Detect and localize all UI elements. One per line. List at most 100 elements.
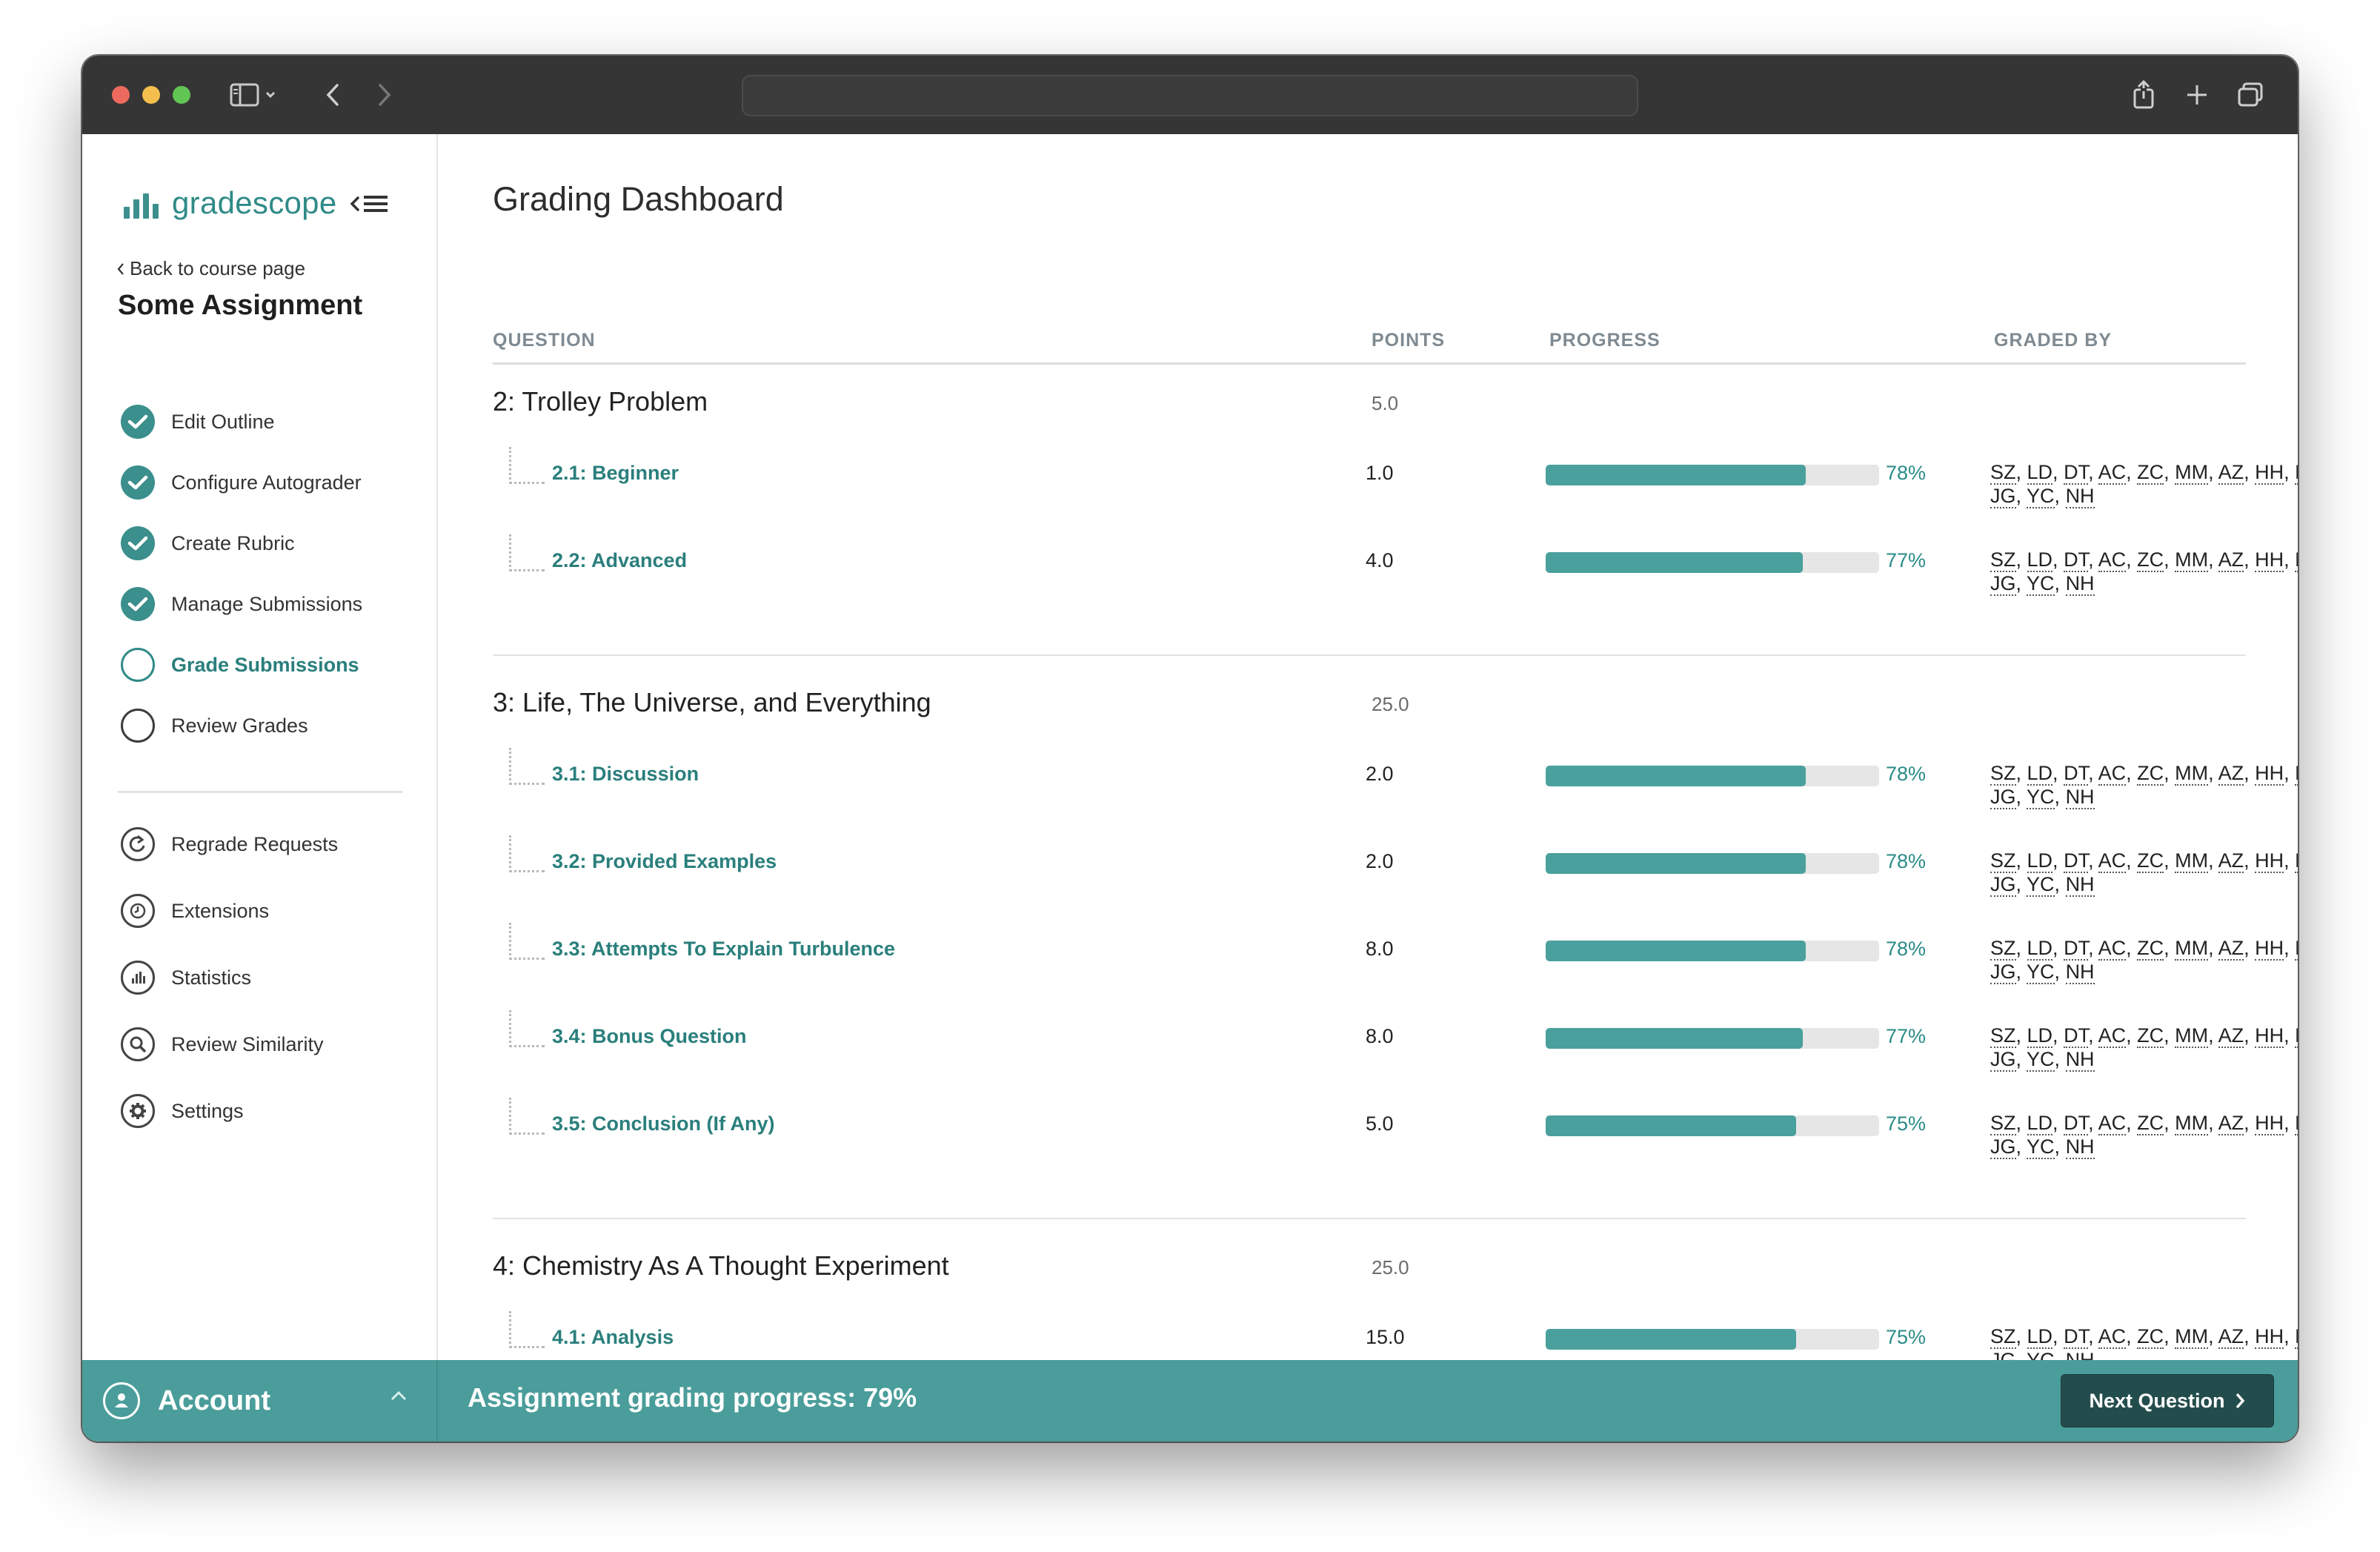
account-menu[interactable]: Account [82,1360,438,1442]
grader-initials[interactable]: MM [2175,762,2209,786]
grader-initials[interactable]: NH [2065,1135,2095,1159]
question-title[interactable]: 2: Trolley Problem [493,386,708,417]
grader-initials[interactable]: JG [1990,961,2016,984]
grader-initials[interactable]: LD [2027,849,2053,873]
grader-initials[interactable]: MJ [2295,849,2298,873]
grader-initials[interactable]: HH [2255,548,2284,572]
forward-icon[interactable] [370,78,399,112]
grader-initials[interactable]: LD [2027,461,2053,485]
subquestion-link[interactable]: 3.2: Provided Examples [552,850,777,873]
grader-initials[interactable]: SZ [1990,1112,2016,1135]
grader-initials[interactable]: YC [2027,961,2055,984]
next-question-button[interactable]: Next Question [2061,1374,2274,1427]
grader-initials[interactable]: MM [2175,1024,2209,1048]
back-icon[interactable] [318,78,348,112]
back-to-course-link[interactable]: Back to course page [116,257,305,280]
step-grade-submissions[interactable]: Grade Submissions [121,647,359,683]
grader-initials[interactable]: AC [2098,849,2127,873]
grader-initials[interactable]: JG [1990,786,2016,809]
grader-initials[interactable]: AC [2098,937,2127,961]
sidebar-item-extensions[interactable]: Extensions [121,893,269,929]
grader-initials[interactable]: JG [1990,485,2016,508]
question-title[interactable]: 4: Chemistry As A Thought Experiment [493,1250,949,1281]
grader-initials[interactable]: YC [2027,786,2055,809]
gradescope-logo[interactable]: gradescope [124,188,337,219]
grader-initials[interactable]: ZC [2137,548,2164,572]
grader-initials[interactable]: DT [2064,1024,2089,1048]
grader-initials[interactable]: YC [2027,572,2055,596]
grader-initials[interactable]: NH [2065,485,2095,508]
subquestion-link[interactable]: 3.1: Discussion [552,763,699,786]
step-review-grades[interactable]: Review Grades [121,708,308,743]
grader-initials[interactable]: LD [2027,1325,2053,1349]
grader-initials[interactable]: HH [2255,1112,2284,1135]
grader-initials[interactable]: DT [2064,461,2089,485]
grader-initials[interactable]: SZ [1990,461,2016,485]
grader-initials[interactable]: DT [2064,762,2089,786]
question-title[interactable]: 3: Life, The Universe, and Everything [493,687,931,718]
grader-initials[interactable]: HH [2255,849,2284,873]
grader-initials[interactable]: NH [2065,786,2095,809]
grader-initials[interactable]: NH [2065,873,2095,897]
grader-initials[interactable]: HH [2255,461,2284,485]
step-configure-autograder[interactable]: Configure Autograder [121,465,362,500]
grader-initials[interactable]: ZC [2137,937,2164,961]
close-window-button[interactable] [112,86,130,104]
tab-overview-icon[interactable] [2236,78,2265,112]
subquestion-link[interactable]: 2.2: Advanced [552,549,687,572]
grader-initials[interactable]: MM [2175,1112,2209,1135]
grader-initials[interactable]: SZ [1990,548,2016,572]
grader-initials[interactable]: AZ [2218,849,2244,873]
grader-initials[interactable]: YC [2027,873,2055,897]
grader-initials[interactable]: YC [2027,485,2055,508]
subquestion-link[interactable]: 3.5: Conclusion (If Any) [552,1112,775,1135]
grader-initials[interactable]: ZC [2137,1112,2164,1135]
grader-initials[interactable]: YC [2027,1135,2055,1159]
grader-initials[interactable]: ZC [2137,849,2164,873]
step-create-rubric[interactable]: Create Rubric [121,525,295,561]
grader-initials[interactable]: AZ [2218,548,2244,572]
grader-initials[interactable]: NH [2065,572,2095,596]
grader-initials[interactable]: MM [2175,849,2209,873]
maximize-window-button[interactable] [173,86,190,104]
grader-initials[interactable]: ZC [2137,762,2164,786]
grader-initials[interactable]: DT [2064,548,2089,572]
sidebar-item-regrade-requests[interactable]: Regrade Requests [121,826,338,862]
grader-initials[interactable]: HH [2255,937,2284,961]
grader-initials[interactable]: AZ [2218,1112,2244,1135]
grader-initials[interactable]: JG [1990,572,2016,596]
subquestion-link[interactable]: 4.1: Analysis [552,1326,674,1349]
grader-initials[interactable]: MJ [2295,1325,2298,1349]
sidebar-item-review-similarity[interactable]: Review Similarity [121,1027,324,1062]
grader-initials[interactable]: AC [2098,1024,2127,1048]
grader-initials[interactable]: DT [2064,849,2089,873]
grader-initials[interactable]: MM [2175,548,2209,572]
grader-initials[interactable]: AZ [2218,937,2244,961]
grader-initials[interactable]: LD [2027,548,2053,572]
grader-initials[interactable]: DT [2064,1325,2089,1349]
grader-initials[interactable]: JG [1990,1135,2016,1159]
grader-initials[interactable]: AZ [2218,461,2244,485]
grader-initials[interactable]: LD [2027,937,2053,961]
share-icon[interactable] [2129,78,2158,112]
step-edit-outline[interactable]: Edit Outline [121,404,275,440]
grader-initials[interactable]: MJ [2295,548,2298,572]
subquestion-link[interactable]: 2.1: Beginner [552,462,679,485]
grader-initials[interactable]: AZ [2218,1024,2244,1048]
subquestion-link[interactable]: 3.4: Bonus Question [552,1025,747,1048]
grader-initials[interactable]: SZ [1990,937,2016,961]
grader-initials[interactable]: SZ [1990,1024,2016,1048]
grader-initials[interactable]: MJ [2295,1024,2298,1048]
grader-initials[interactable]: LD [2027,762,2053,786]
grader-initials[interactable]: MJ [2295,461,2298,485]
grader-initials[interactable]: AC [2098,548,2127,572]
grader-initials[interactable]: ZC [2137,1024,2164,1048]
grader-initials[interactable]: MM [2175,461,2209,485]
minimize-window-button[interactable] [142,86,160,104]
grader-initials[interactable]: SZ [1990,762,2016,786]
sidebar-item-statistics[interactable]: Statistics [121,960,251,995]
grader-initials[interactable]: AZ [2218,762,2244,786]
grader-initials[interactable]: ZC [2137,461,2164,485]
grader-initials[interactable]: AC [2098,1112,2127,1135]
grader-initials[interactable]: MM [2175,1325,2209,1349]
